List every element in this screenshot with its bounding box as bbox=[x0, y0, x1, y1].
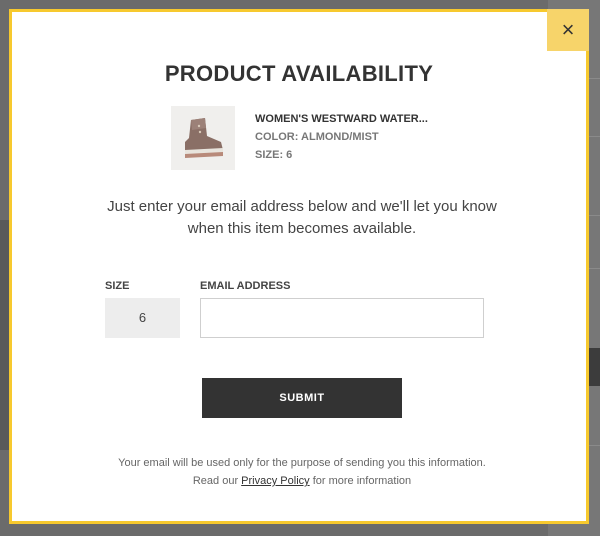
size-field[interactable]: 6 bbox=[105, 298, 180, 338]
product-color: COLOR: ALMOND/MIST bbox=[255, 131, 379, 143]
disclaimer-suffix: for more information bbox=[309, 475, 412, 487]
product-thumbnail bbox=[171, 106, 235, 170]
product-info: WOMEN'S WESTWARD WATER... COLOR: ALMOND/… bbox=[255, 110, 428, 164]
close-button[interactable]: × bbox=[547, 9, 589, 51]
product-name: WOMEN'S WESTWARD WATER... bbox=[255, 113, 428, 125]
modal-title: PRODUCT AVAILABILITY bbox=[164, 61, 434, 86]
submit-button[interactable]: SUBMIT bbox=[202, 378, 402, 418]
intro-text: Just enter your email address below and … bbox=[107, 198, 497, 237]
product-size: SIZE: 6 bbox=[255, 149, 293, 161]
boot-image-icon bbox=[171, 106, 235, 170]
size-label: SIZE bbox=[105, 280, 130, 292]
email-field[interactable] bbox=[200, 298, 484, 338]
product-summary: WOMEN'S WESTWARD WATER... COLOR: ALMOND/… bbox=[171, 106, 501, 172]
product-availability-modal: × PRODUCT AVAILABILITY WOMEN'S WESTWARD … bbox=[9, 9, 589, 524]
email-label: EMAIL ADDRESS bbox=[200, 280, 291, 292]
disclaimer-text: Your email will be used only for the pur… bbox=[112, 454, 492, 490]
privacy-policy-link[interactable]: Privacy Policy bbox=[241, 475, 309, 487]
